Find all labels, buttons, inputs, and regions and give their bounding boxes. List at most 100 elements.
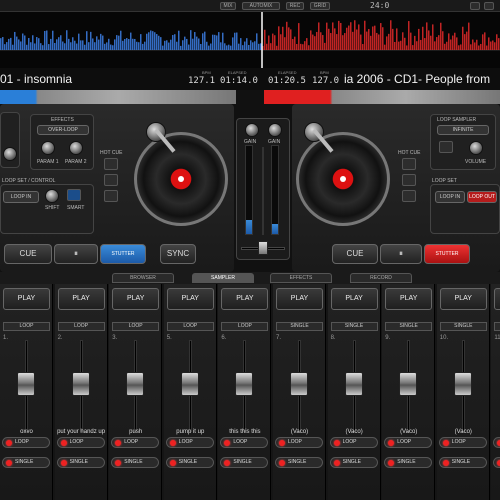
tab-effects[interactable]: EFFECTS [270,273,332,283]
sampler-play-button[interactable]: PLAY [221,288,269,310]
sampler-play-button[interactable]: PLAY [385,288,433,310]
sampler-volume-fader[interactable] [235,372,254,396]
hotcue-3-button[interactable] [104,190,118,202]
sampler-slot-number: 8. [330,335,336,341]
sampler-single-button[interactable]: SINGLE [384,457,433,468]
hotcue-2-button[interactable] [104,174,118,186]
effect-select[interactable]: OVER-LOOP [37,125,89,135]
sampler-mode-button[interactable]: SINGLE [439,322,487,331]
sampler-single-button[interactable]: SINGLE [493,457,500,468]
right-loop-in-button[interactable]: LOOP IN [435,191,465,203]
automix-button[interactable]: AUTOMIX [242,2,280,10]
sampler-mode-button[interactable]: SINGLE [276,322,323,331]
left-vu-meter [245,145,253,235]
tab-record[interactable]: RECORD [350,273,412,283]
tab-sampler[interactable]: SAMPLER [192,273,254,283]
right-track-progress[interactable] [264,90,500,104]
sampler-single-button[interactable]: SINGLE [111,457,160,468]
sampler-loop-button[interactable]: LOOP [438,437,487,448]
sampler-loop-button[interactable]: LOOP [384,437,433,448]
left-cue-button[interactable]: CUE [4,244,52,264]
right-cue-button[interactable]: CUE [332,244,378,264]
sampler-mode-button[interactable]: LOOP [57,322,105,331]
sampler-channel: PLAY SINGLE 8. (Vaco) LOOP SINGLE [327,284,381,500]
sampler-loop-button[interactable]: LOOP [275,437,323,448]
sampler-play-button[interactable] [439,141,453,153]
sampler-play-button[interactable]: PLAY [57,288,105,310]
sampler-mode-button[interactable]: LOOP [166,322,214,331]
sampler-volume-fader[interactable] [399,372,418,396]
sampler-mode-button[interactable]: SINGLE [494,322,500,331]
sampler-volume-fader[interactable] [71,372,90,396]
sampler-volume-fader[interactable] [126,372,145,396]
right-hotcue-2-button[interactable] [402,174,416,186]
right-pause-button[interactable]: ⏸ [380,244,422,264]
sampler-mode-button[interactable]: LOOP [221,322,269,331]
loop-in-button[interactable]: LOOP IN [3,191,39,203]
left-pause-button[interactable]: ⏸ [54,244,98,264]
left-stutter-button[interactable]: STUTTER [100,244,146,264]
sampler-play-button[interactable]: PLAY [112,288,160,310]
crossfader[interactable] [258,241,268,255]
minimize-icon[interactable] [470,2,480,10]
sampler-volume-fader[interactable] [290,372,308,396]
sampler-single-button[interactable]: SINGLE [220,457,269,468]
sampler-loop-button[interactable]: LOOP [2,437,50,448]
left-turntable[interactable] [134,132,228,226]
tab-browser[interactable]: BROWSER [112,273,174,283]
right-loop-out-button[interactable]: LOOP OUT [467,191,497,203]
left-track-progress[interactable] [0,90,236,104]
sampler-single-button[interactable]: SINGLE [329,457,378,468]
sampler-play-button[interactable]: PLAY [330,288,378,310]
sampler-loop-button[interactable]: LOOP [329,437,378,448]
close-icon[interactable] [484,2,494,10]
left-edge-knob[interactable] [3,147,17,161]
sampler-play-button[interactable]: PLAY [494,288,500,310]
loop-knob[interactable] [45,189,59,203]
right-hotcue-1-button[interactable] [402,158,416,170]
sampler-mode-button[interactable]: LOOP [112,322,160,331]
left-gain-knob[interactable] [245,123,259,137]
sampler-volume-fader[interactable] [180,372,199,396]
sampler-loop-button[interactable]: LOOP [56,437,105,448]
sampler-volume-fader[interactable] [453,372,472,396]
param2-knob[interactable] [69,141,83,155]
sampler-single-button[interactable]: SINGLE [165,457,214,468]
sampler-volume-fader[interactable] [17,372,35,396]
sampler-mode-button[interactable]: SINGLE [330,322,378,331]
sampler-loop-button[interactable]: LOOP [111,437,160,448]
right-elapsed-label: ELAPSED [278,70,297,75]
sampler-play-button[interactable]: PLAY [3,288,50,310]
sampler-mode-button[interactable]: LOOP [3,322,50,331]
sampler-channel: PLAY LOOP 3. push LOOP SINGLE [109,284,163,500]
right-stutter-button[interactable]: STUTTER [424,244,470,264]
right-gain-knob[interactable] [268,123,282,137]
waveform-overview[interactable] [0,12,500,68]
rec-button[interactable]: REC [286,2,304,10]
sampler-play-button[interactable]: PLAY [276,288,323,310]
sampler-single-button[interactable]: SINGLE [2,457,50,468]
smart-loop-button[interactable] [67,189,81,201]
smart-label: SMART [67,205,85,211]
right-bpm-value: 127.0 [312,76,340,86]
sampler-single-button[interactable]: SINGLE [56,457,105,468]
sampler-single-button[interactable]: SINGLE [275,457,323,468]
sampler-select[interactable]: INFINITE [437,125,489,135]
sampler-mode-button[interactable]: SINGLE [385,322,433,331]
sampler-play-button[interactable]: PLAY [439,288,487,310]
grid-button[interactable]: GRID [310,2,330,10]
right-hotcue-3-button[interactable] [402,190,416,202]
sampler-loop-button[interactable]: LOOP [493,437,500,448]
left-sync-button[interactable]: SYNC [160,244,196,264]
sampler-loop-button[interactable]: LOOP [220,437,269,448]
sampler-play-button[interactable]: PLAY [166,288,214,310]
mix-button[interactable]: MIX [220,2,236,10]
sampler-volume-fader[interactable] [344,372,363,396]
sampler-loop-button[interactable]: LOOP [165,437,214,448]
right-turntable[interactable] [296,132,390,226]
sampler-single-button[interactable]: SINGLE [438,457,487,468]
sampler-volume-knob[interactable] [469,141,483,155]
param1-knob[interactable] [41,141,55,155]
hotcue-1-button[interactable] [104,158,118,170]
left-track-title: 01 - insomnia [0,72,73,86]
